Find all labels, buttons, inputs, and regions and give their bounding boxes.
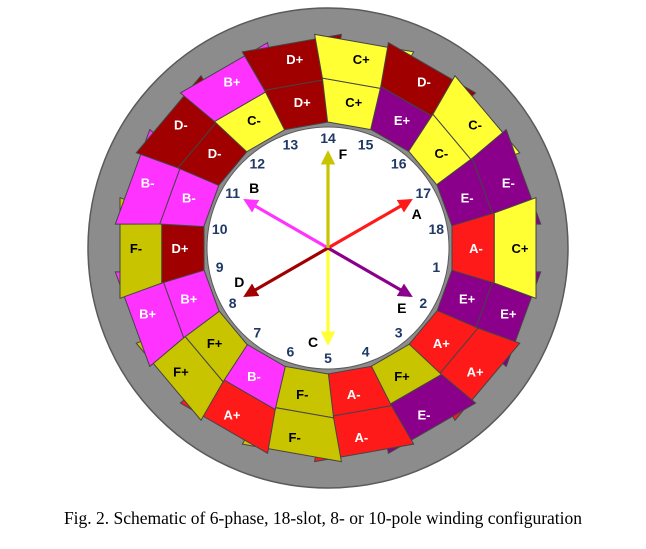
slot-2-inner-label: A+ bbox=[433, 336, 450, 351]
slot-number-4: 4 bbox=[362, 343, 370, 359]
slot-10-inner-label: B- bbox=[182, 190, 196, 205]
slot-10-outer-label: B- bbox=[141, 175, 155, 190]
slot-5-inner-label: F- bbox=[296, 387, 308, 402]
slot-14-outer-label: C+ bbox=[353, 52, 370, 67]
slot-3-inner-label: F+ bbox=[394, 369, 410, 384]
slot-number-3: 3 bbox=[395, 324, 403, 340]
slot-17-outer-label: E- bbox=[502, 175, 515, 190]
slot-14-inner-label: C+ bbox=[345, 95, 362, 110]
slot-number-5: 5 bbox=[324, 350, 332, 366]
slot-number-8: 8 bbox=[229, 295, 237, 311]
slot-13-outer-label: D+ bbox=[286, 52, 303, 67]
phasor-c-label: C bbox=[308, 334, 318, 350]
slot-number-6: 6 bbox=[287, 343, 295, 359]
slot-9-outer-label: F- bbox=[130, 241, 142, 256]
slot-9-inner-label: D+ bbox=[172, 241, 189, 256]
slot-number-1: 1 bbox=[432, 259, 440, 275]
phasor-e-label: E bbox=[397, 300, 406, 316]
slot-number-9: 9 bbox=[216, 259, 224, 275]
slot-number-14: 14 bbox=[320, 130, 336, 146]
winding-diagram: E+ E+ A+ A+ F+ E- A- A- F- F- B- A+ F+ F+ B+ B+ D+ F- B- B-… bbox=[0, 0, 646, 510]
slot-number-10: 10 bbox=[212, 221, 228, 237]
slot-6-outer-label: A+ bbox=[224, 407, 241, 422]
slot-16-outer-label: C- bbox=[468, 118, 482, 133]
slot-4-outer-label: A- bbox=[354, 430, 368, 445]
phasor-d-label: D bbox=[234, 274, 244, 290]
slot-5-outer-label: F- bbox=[289, 430, 301, 445]
figure-caption: Fig. 2. Schematic of 6-phase, 18-slot, 8… bbox=[63, 508, 583, 528]
slot-number-12: 12 bbox=[250, 156, 266, 172]
slot-6-inner-label: B- bbox=[247, 369, 261, 384]
slot-7-outer-label: F+ bbox=[173, 364, 189, 379]
slot-number-7: 7 bbox=[253, 324, 261, 340]
slot-number-2: 2 bbox=[419, 295, 427, 311]
slot-18-inner-label: A- bbox=[469, 241, 483, 256]
phasor-b-label: B bbox=[249, 180, 259, 196]
slot-17-inner-label: E- bbox=[461, 190, 474, 205]
slot-number-16: 16 bbox=[391, 156, 407, 172]
slot-12-outer-label: B+ bbox=[224, 75, 241, 90]
slot-7-inner-label: F+ bbox=[207, 336, 223, 351]
stator-schematic: E+ E+ A+ A+ F+ E- A- A- F- F- B- A+ F+ F+ B+ B+ D+ F- B- B-… bbox=[87, 7, 569, 489]
slot-number-18: 18 bbox=[429, 221, 445, 237]
slot-number-15: 15 bbox=[358, 137, 374, 153]
slot-2-outer-label: A+ bbox=[467, 364, 484, 379]
slot-8-inner-label: B+ bbox=[180, 292, 197, 307]
slot-11-inner-label: D- bbox=[208, 146, 222, 161]
slot-number-17: 17 bbox=[416, 185, 432, 201]
slot-15-outer-label: D- bbox=[417, 75, 431, 90]
slot-12-inner-label: C- bbox=[247, 113, 261, 128]
phasor-a-label: A bbox=[412, 206, 422, 222]
slot-3-outer-label: E- bbox=[418, 407, 431, 422]
slot-1-outer-label: E+ bbox=[500, 307, 517, 322]
slot-number-13: 13 bbox=[283, 137, 299, 153]
slot-8-outer-label: B+ bbox=[139, 307, 156, 322]
slot-13-inner-label: D+ bbox=[294, 95, 311, 110]
slot-16-inner-label: C- bbox=[435, 146, 449, 161]
slot-18-outer-label: C+ bbox=[512, 241, 529, 256]
slot-11-outer-label: D- bbox=[174, 118, 188, 133]
slot-1-inner-label: E+ bbox=[459, 292, 476, 307]
slot-number-11: 11 bbox=[225, 185, 240, 201]
slot-15-inner-label: E+ bbox=[394, 113, 411, 128]
slot-4-inner-label: A- bbox=[347, 387, 361, 402]
phasor-f-label: F bbox=[339, 146, 348, 162]
